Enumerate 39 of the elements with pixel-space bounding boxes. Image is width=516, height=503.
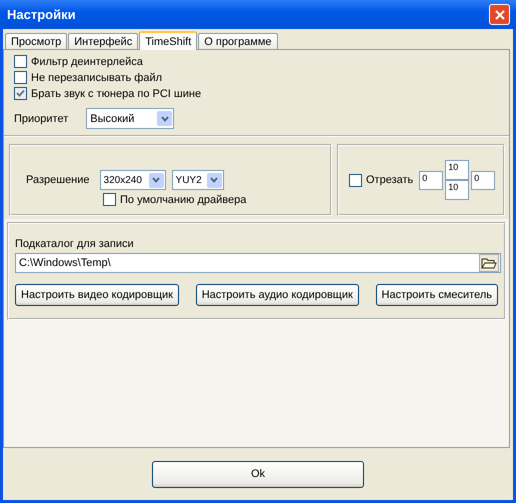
crop-top-field[interactable]: 10 bbox=[445, 160, 470, 180]
resolution-label: Разрешение bbox=[26, 174, 90, 186]
checkbox[interactable] bbox=[103, 193, 116, 206]
dropdown-arrow-button[interactable] bbox=[148, 172, 164, 188]
close-icon bbox=[494, 10, 504, 20]
checkbox-label: По умолчанию драйвера bbox=[120, 194, 246, 206]
folder-label: Подкаталог для записи bbox=[15, 238, 135, 250]
caret-icon bbox=[160, 116, 169, 122]
priority-label: Приоритет bbox=[14, 112, 68, 124]
crop-right-field[interactable]: 0 bbox=[471, 170, 496, 190]
checkbox[interactable] bbox=[14, 87, 27, 100]
caret-icon bbox=[152, 177, 160, 183]
folder-field[interactable]: C:\Windows\Temp\ bbox=[15, 253, 501, 273]
checkbox[interactable] bbox=[349, 174, 362, 186]
checkbox-label: Отрезать bbox=[366, 174, 414, 186]
crop-left-field[interactable]: 0 bbox=[419, 170, 444, 190]
settings-button[interactable]: Настроить смеситель bbox=[376, 284, 498, 306]
settings-button[interactable]: Настроить аудио кодировщик bbox=[196, 284, 359, 306]
tab[interactable]: Просмотр bbox=[5, 33, 68, 49]
close-button[interactable] bbox=[489, 4, 510, 25]
checkbox[interactable] bbox=[14, 71, 27, 84]
crop-bottom-field[interactable]: 10 bbox=[445, 180, 470, 200]
ok-button[interactable]: Ok bbox=[152, 460, 364, 488]
window-title: Настройки bbox=[7, 7, 76, 22]
settings-button[interactable]: Настроить видео кодировщик bbox=[15, 284, 179, 306]
checkbox[interactable] bbox=[14, 55, 27, 68]
tab[interactable]: О программе bbox=[198, 33, 278, 49]
tab[interactable]: Интерфейс bbox=[68, 33, 138, 49]
folder-icon[interactable] bbox=[479, 254, 499, 272]
checkbox-label: Брать звук с тюнера по PCI шине bbox=[31, 88, 202, 100]
priority-dropdown[interactable]: Высокий bbox=[86, 108, 174, 129]
tab[interactable]: TimeShift bbox=[139, 31, 198, 50]
format-dropdown[interactable]: YUY2 bbox=[172, 170, 224, 190]
checkbox-label: Фильтр деинтерлейса bbox=[31, 56, 143, 68]
checkbox-label: Не перезаписывать файл bbox=[31, 72, 162, 84]
dropdown-arrow-button[interactable] bbox=[206, 172, 222, 188]
resolution-dropdown[interactable]: 320x240 bbox=[100, 170, 166, 190]
caret-icon bbox=[210, 177, 218, 183]
dropdown-arrow-button[interactable] bbox=[157, 111, 172, 126]
